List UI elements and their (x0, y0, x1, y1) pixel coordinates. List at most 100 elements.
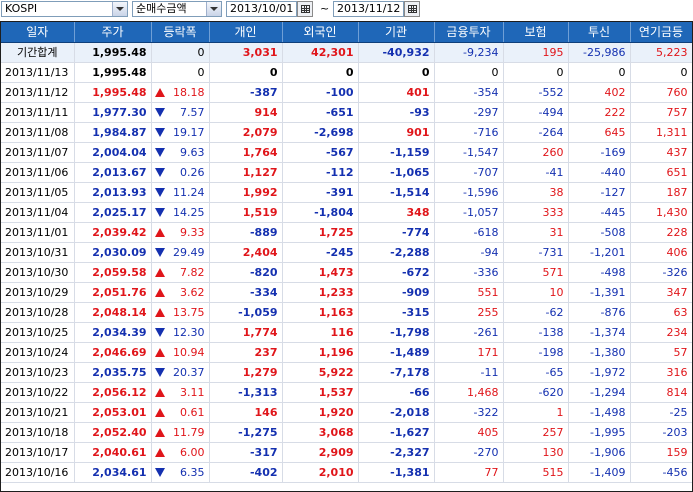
cell-pension: 757 (630, 102, 692, 123)
cell-change: 6.00 (151, 442, 210, 463)
table-row[interactable]: 2013/11/06 2,013.67 0.26 1,127 -112 -1,065 -70… (1, 162, 692, 183)
cell-financial-investment: -297 (434, 102, 504, 123)
cell-financial-investment: 0 (434, 62, 504, 83)
cell-foreign: 42,301 (282, 42, 359, 63)
cell-institution: -1,514 (358, 182, 435, 203)
cell-price: 2,052.40 (74, 422, 152, 443)
cell-institution: -2,288 (358, 242, 435, 263)
calendar-icon[interactable] (297, 1, 313, 17)
table-row[interactable]: 2013/11/04 2,025.17 14.25 1,519 -1,804 348 -1,… (1, 202, 692, 223)
cell-price: 1,995.48 (74, 42, 152, 63)
cell-individual: 0 (209, 62, 283, 83)
table-row[interactable]: 2013/10/25 2,034.39 12.30 1,774 116 -1,798 -26… (1, 322, 692, 343)
cell-insurance: -62 (503, 302, 569, 323)
cell-institution: -1,159 (358, 142, 435, 163)
col-header-investment-trust[interactable]: 투신 (568, 22, 631, 43)
cell-financial-investment: 255 (434, 302, 504, 323)
cell-date: 2013/11/07 (1, 142, 75, 163)
col-header-insurance[interactable]: 보험 (503, 22, 569, 43)
date-range-separator: ~ (320, 2, 330, 15)
cell-date: 2013/10/25 (1, 322, 75, 343)
cell-individual: 1,774 (209, 322, 283, 343)
table-row[interactable]: 2013/10/18 2,052.40 11.79 -1,275 3,068 -1,627… (1, 422, 692, 443)
table-row[interactable]: 2013/11/13 1,995.48 0 0 0 0 0 0 0 0 (1, 62, 692, 83)
table-row[interactable]: 2013/10/24 2,046.69 10.94 237 1,196 -1,489 171… (1, 342, 692, 363)
table-row[interactable]: 2013/11/08 1,984.87 19.17 2,079 -2,698 901 -71… (1, 122, 692, 143)
cell-institution: -672 (358, 262, 435, 283)
cell-foreign: 2,909 (282, 442, 359, 463)
table-row[interactable]: 2013/11/05 2,013.93 11.24 1,992 -391 -1,514 -1… (1, 182, 692, 203)
cell-individual: -402 (209, 462, 283, 483)
table-row[interactable]: 2013/11/07 2,004.04 9.63 1,764 -567 -1,159 -1,… (1, 142, 692, 163)
col-header-change[interactable]: 등락폭 (151, 22, 210, 43)
market-select[interactable]: KOSPI (1, 1, 128, 17)
calendar-icon[interactable] (404, 1, 420, 17)
table-row[interactable]: 2013/11/11 1,977.30 7.57 914 -651 -93 -297 -494… (1, 102, 692, 123)
cell-change: 13.75 (151, 302, 210, 323)
cell-change: 0 (151, 42, 210, 63)
cell-pension: 814 (630, 382, 692, 403)
cell-foreign: 1,233 (282, 282, 359, 303)
table-row[interactable]: 2013/10/22 2,056.12 3.11 -1,313 1,537 -66 1,46… (1, 382, 692, 403)
table-row[interactable]: 2013/10/31 2,030.09 29.49 2,404 -245 -2,288 -9… (1, 242, 692, 263)
table-row[interactable]: 2013/11/01 2,039.42 9.33 -889 1,725 -774 -618 3… (1, 222, 692, 243)
table-row[interactable]: 2013/10/28 2,048.14 13.75 -1,059 1,163 -315 25… (1, 302, 692, 323)
cell-investment-trust: -1,906 (568, 442, 631, 463)
table-row[interactable]: 2013/11/12 1,995.48 18.18 -387 -100 401 -354 -5… (1, 82, 692, 103)
cell-investment-trust: -508 (568, 222, 631, 243)
cell-institution: -1,798 (358, 322, 435, 343)
cell-insurance: 333 (503, 202, 569, 223)
table-row[interactable]: 2013/10/23 2,035.75 20.37 1,279 5,922 -7,178-… (1, 362, 692, 383)
investor-trading-table: 일자 주가 등락폭 개인 외국인 기관 금융투자 보험 투신 연기금등 기간합계… (0, 21, 693, 492)
cell-insurance: 571 (503, 262, 569, 283)
cell-price: 2,059.58 (74, 262, 152, 283)
cell-insurance: 195 (503, 42, 569, 63)
cell-pension: 187 (630, 182, 692, 203)
cell-institution: -909 (358, 282, 435, 303)
cell-investment-trust: -1,972 (568, 362, 631, 383)
table-row[interactable]: 2013/10/29 2,051.76 3.62 -334 1,233 -909 551 10… (1, 282, 692, 303)
cell-individual: -387 (209, 82, 283, 103)
cell-insurance: 515 (503, 462, 569, 483)
cell-date: 2013/10/16 (1, 462, 75, 483)
table-row[interactable]: 2013/10/17 2,040.61 6.00 -317 2,909 -2,327 -27… (1, 442, 692, 463)
col-header-date[interactable]: 일자 (1, 22, 75, 43)
col-header-foreign[interactable]: 외국인 (282, 22, 359, 43)
cell-institution: -315 (358, 302, 435, 323)
cell-date: 2013/11/13 (1, 62, 75, 83)
cell-price: 2,046.69 (74, 342, 152, 363)
start-date-input[interactable]: 2013/10/01 (226, 1, 297, 17)
cell-foreign: -245 (282, 242, 359, 263)
col-header-price[interactable]: 주가 (74, 22, 152, 43)
cell-individual: 2,404 (209, 242, 283, 263)
cell-investment-trust: 645 (568, 122, 631, 143)
cell-investment-trust: -440 (568, 162, 631, 183)
cell-pension: -326 (630, 262, 692, 283)
cell-date: 2013/11/12 (1, 82, 75, 103)
change-value: 0 (197, 45, 205, 59)
cell-change: 3.62 (151, 282, 210, 303)
col-header-financial-investment[interactable]: 금융투자 (434, 22, 504, 43)
cell-institution: -1,381 (358, 462, 435, 483)
table-row[interactable]: 2013/10/16 2,034.61 6.35 -402 2,010 -1,381 77 5… (1, 462, 692, 483)
chevron-down-icon[interactable] (112, 2, 127, 16)
table-row[interactable]: 2013/10/21 2,053.01 0.61 146 1,920 -2,018 -322… (1, 402, 692, 423)
col-header-pension[interactable]: 연기금등 (630, 22, 692, 43)
cell-date: 기간합계 (1, 42, 75, 63)
col-header-individual[interactable]: 개인 (209, 22, 283, 43)
col-header-institution[interactable]: 기관 (358, 22, 435, 43)
cell-pension: 1,311 (630, 122, 692, 143)
cell-individual: 3,031 (209, 42, 283, 63)
period-total-row[interactable]: 기간합계 1,995.48 0 3,031 42,301 -40,932 -9,234 195… (1, 42, 692, 63)
cell-foreign: 1,473 (282, 262, 359, 283)
cell-pension: 5,223 (630, 42, 692, 63)
end-date-value: 2013/11/12 (337, 2, 401, 15)
cell-investment-trust: -127 (568, 182, 631, 203)
cell-individual: 1,992 (209, 182, 283, 203)
table-row[interactable]: 2013/10/30 2,059.58 7.82 -820 1,473 -672 -336 5… (1, 262, 692, 283)
chevron-down-icon[interactable] (206, 2, 221, 16)
metric-select[interactable]: 순매수금액 (132, 1, 222, 17)
cell-investment-trust: -1,294 (568, 382, 631, 403)
end-date-input[interactable]: 2013/11/12 (333, 1, 404, 17)
cell-individual: 146 (209, 402, 283, 423)
